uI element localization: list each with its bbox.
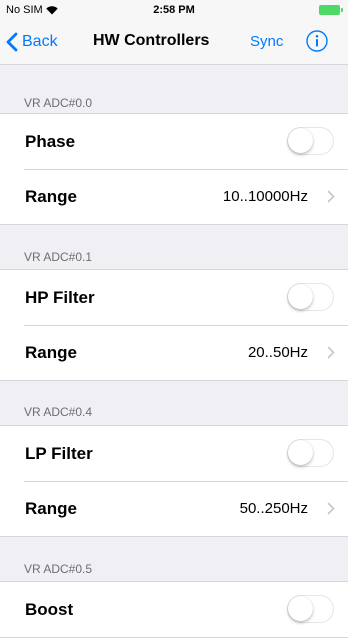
page-title: HW Controllers <box>93 32 210 49</box>
row-label: Phase <box>25 132 76 151</box>
row-label: Range <box>25 343 77 362</box>
lp-filter-toggle[interactable] <box>287 439 334 467</box>
info-icon[interactable] <box>306 30 328 52</box>
settings-group: Boost <box>0 581 348 638</box>
toggle-knob <box>288 596 313 621</box>
chevron-right-icon <box>327 190 335 203</box>
row-label: Boost <box>25 600 74 619</box>
chevron-right-icon <box>327 346 335 359</box>
boost-toggle-row[interactable]: Boost <box>0 582 348 637</box>
back-button[interactable]: Back <box>6 32 58 52</box>
row-label: Range <box>25 499 77 518</box>
row-label: HP Filter <box>25 288 95 307</box>
range-value: 50..250Hz <box>239 500 308 517</box>
hp-filter-toggle-row[interactable]: HP Filter <box>0 270 348 325</box>
toggle-knob <box>288 440 313 465</box>
settings-group: LP Filter Range 50..250Hz <box>0 425 348 537</box>
battery-icon <box>319 5 343 15</box>
row-label: Range <box>25 187 77 206</box>
section-header: VR ADC#0.5 <box>24 562 93 576</box>
settings-group: HP Filter Range 20..50Hz <box>0 269 348 381</box>
range-value: 10..10000Hz <box>222 188 308 205</box>
phase-toggle-row[interactable]: Phase <box>0 114 348 169</box>
status-bar: No SIM 2:58 PM <box>0 0 348 20</box>
hp-filter-toggle[interactable] <box>287 283 334 311</box>
navigation-bar: Back HW Controllers Sync <box>0 20 348 65</box>
chevron-left-icon <box>6 32 18 52</box>
settings-group: Phase Range 10..10000Hz <box>0 113 348 225</box>
status-time: 2:58 PM <box>153 4 195 16</box>
toggle-knob <box>288 128 313 153</box>
range-row[interactable]: Range 20..50Hz <box>0 325 348 380</box>
section-header: VR ADC#0.0 <box>24 96 93 110</box>
lp-filter-toggle-row[interactable]: LP Filter <box>0 426 348 481</box>
section-header: VR ADC#0.4 <box>24 405 93 419</box>
back-label: Back <box>22 33 58 50</box>
row-label: LP Filter <box>25 444 93 463</box>
phase-toggle[interactable] <box>287 127 334 155</box>
range-row[interactable]: Range 50..250Hz <box>0 481 348 536</box>
sync-button[interactable]: Sync <box>250 33 283 50</box>
chevron-right-icon <box>327 502 335 515</box>
toggle-knob <box>288 284 313 309</box>
range-value: 20..50Hz <box>247 344 308 361</box>
range-row[interactable]: Range 10..10000Hz <box>0 169 348 224</box>
boost-toggle[interactable] <box>287 595 334 623</box>
section-header: VR ADC#0.1 <box>24 250 93 264</box>
